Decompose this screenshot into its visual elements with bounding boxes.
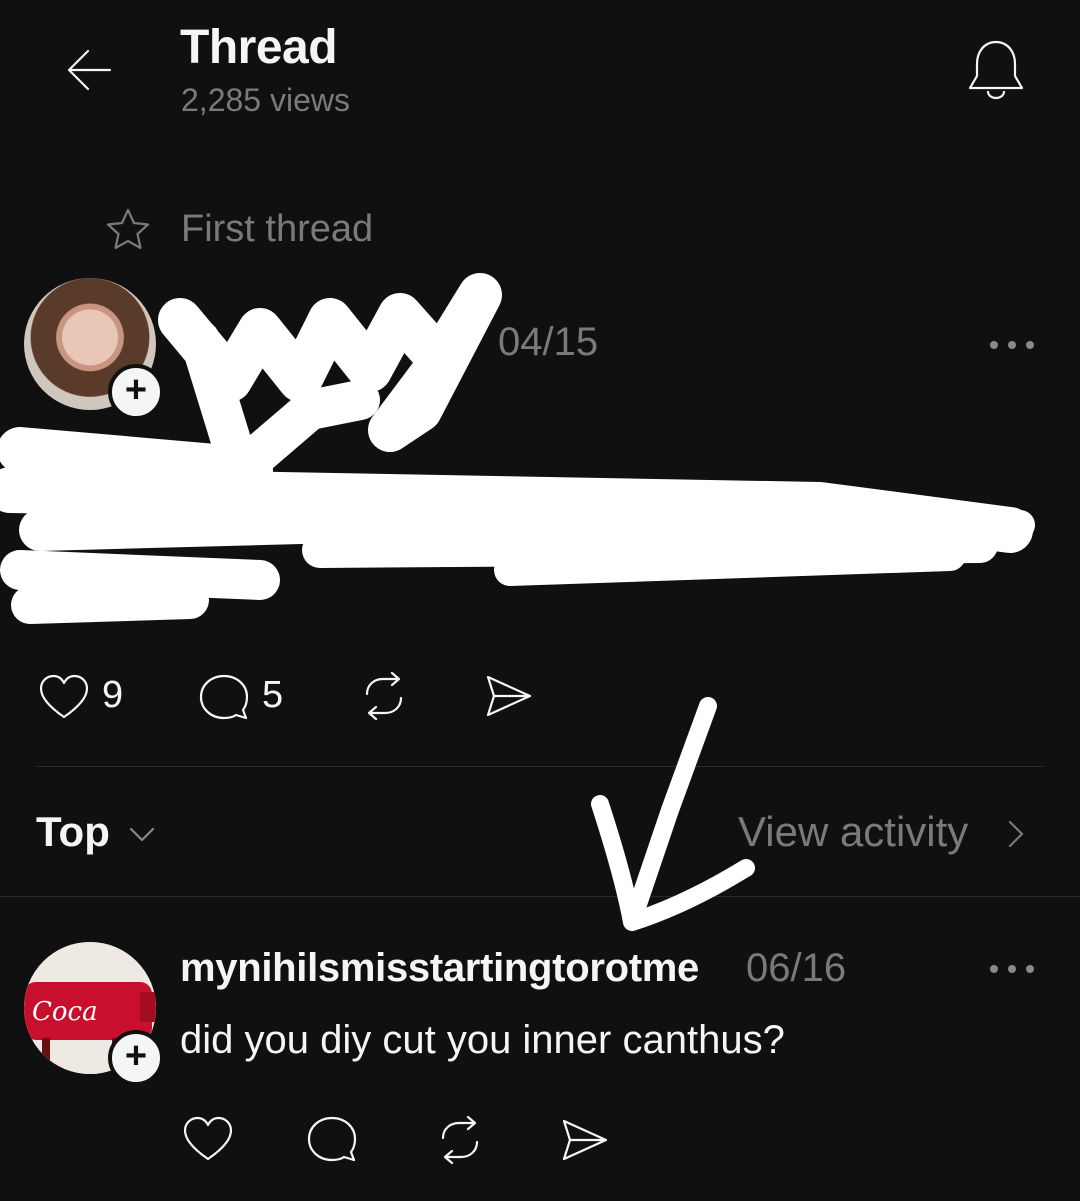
comment-icon[interactable] [196,670,252,726]
annotation-arrow [591,697,755,931]
repost-icon[interactable] [432,1112,488,1168]
more-icon[interactable] [982,954,1042,984]
sort-dropdown[interactable]: Top [36,808,110,856]
heart-icon[interactable] [36,670,92,726]
bell-icon[interactable] [962,34,1030,106]
reply-date: 06/16 [746,946,847,990]
first-thread-label: First thread [181,208,374,250]
back-arrow-icon[interactable] [58,40,122,100]
reply-count: 5 [262,674,284,716]
follow-plus-icon[interactable]: + [108,1030,164,1086]
heart-icon[interactable] [180,1112,236,1168]
divider [0,896,1080,897]
repost-icon[interactable] [356,668,412,724]
share-icon[interactable] [480,668,536,724]
reply-text: did you diy cut you inner canthus? [180,1018,785,1062]
divider [36,766,1044,767]
page-title: Thread [180,21,338,74]
reply-username[interactable]: mynihilsmisstartingtorotme [180,946,699,991]
chevron-down-icon[interactable] [126,822,158,846]
star-icon [104,206,152,254]
comment-icon[interactable] [304,1112,360,1168]
share-icon[interactable] [556,1112,612,1168]
chevron-right-icon[interactable] [1004,816,1028,852]
like-count: 9 [102,674,124,716]
redaction-scribble [0,273,1035,624]
view-count: 2,285 views [181,82,350,118]
svg-text:Coca: Coca [32,997,98,1027]
